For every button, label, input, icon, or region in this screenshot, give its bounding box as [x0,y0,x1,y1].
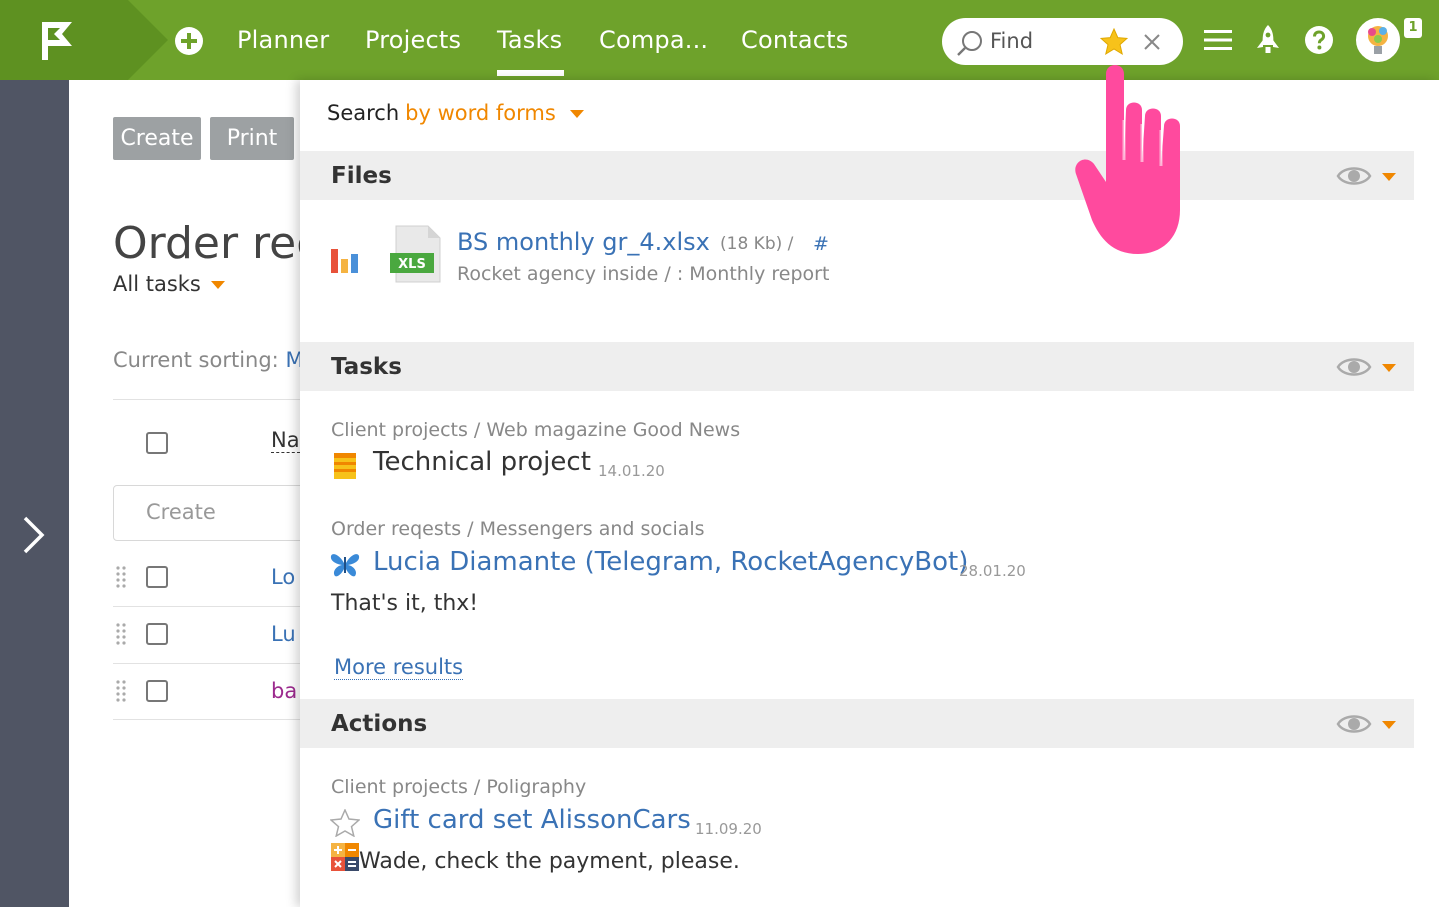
action-date: 11.09.20 [695,820,762,838]
bar-chart-icon [331,249,358,273]
divider [113,399,303,400]
sorting-label: Current sorting: [113,348,279,372]
task-breadcrumb[interactable]: Order reqests / Messengers and socials [331,518,705,540]
find-box [942,18,1183,65]
nav-companies[interactable]: Compa... [599,26,708,54]
document-icon [334,453,356,479]
task-title-link[interactable]: Lucia Diamante (Telegram, RocketAgencyBo… [373,547,968,577]
logo-wedge [128,0,168,80]
notification-badge[interactable]: 1 [1404,18,1422,38]
dropdown-arrow-icon[interactable] [1382,721,1396,729]
search-label: Search [327,101,400,125]
nav-contacts[interactable]: Contacts [741,26,848,54]
search-icon [957,31,982,56]
nav-active-indicator [497,70,564,76]
page-title: Order rec [113,218,321,269]
nav-tasks[interactable]: Tasks [497,26,562,54]
butterfly-icon [330,554,360,577]
menu-icon[interactable] [1203,28,1233,52]
section-title: Tasks [331,354,402,380]
flag-logo-icon[interactable] [40,20,76,62]
row-checkbox[interactable] [146,566,168,588]
files-section-header: Files [300,151,1414,200]
task-date: 28.01.20 [959,562,1026,580]
divider [113,663,303,664]
xls-file-icon: XLS [390,225,441,283]
current-sorting: Current sorting: M [113,348,304,372]
add-plus-icon[interactable] [174,26,204,56]
search-results-popup: Search by word forms Files XLS BS monthly… [300,80,1439,907]
find-input[interactable] [990,26,1090,56]
more-results-link[interactable]: More results [334,655,464,680]
task-snippet: That's it, thx! [331,591,479,616]
task-title-link[interactable]: Technical project [373,447,591,477]
eye-icon[interactable] [1336,711,1372,737]
file-hash-link[interactable]: # [813,233,829,255]
row-checkbox[interactable] [146,623,168,645]
table-row-link[interactable]: Lo [271,565,295,589]
top-bar: Planner Projects Tasks Compa... Contacts [0,0,1439,80]
star-filled-icon[interactable] [1100,28,1128,56]
dropdown-arrow-icon[interactable] [1382,364,1396,372]
rocket-icon[interactable] [1254,24,1282,56]
help-icon[interactable] [1304,25,1334,55]
avatar-image [1368,26,1388,54]
action-title-link[interactable]: Gift card set AlissonCars [373,805,691,835]
action-snippet: Wade, check the payment, please. [359,849,740,874]
create-task-placeholder: Create [146,500,216,524]
drag-handle-icon[interactable] [115,565,127,589]
nav-projects[interactable]: Projects [365,26,461,54]
tasks-filter[interactable]: All tasks [113,272,225,296]
close-icon[interactable] [1142,32,1162,52]
task-date: 14.01.20 [598,462,665,480]
section-title: Actions [331,711,428,737]
tasks-section-header: Tasks [300,342,1414,391]
task-breadcrumb[interactable]: Client projects / Web magazine Good News [331,419,740,441]
avatar[interactable] [1356,18,1400,62]
xls-badge-text: XLS [398,257,426,272]
search-mode-selector[interactable]: by word forms [405,101,556,125]
dropdown-arrow-icon[interactable] [1382,173,1396,181]
drag-handle-icon[interactable] [115,679,127,703]
eye-icon[interactable] [1336,163,1372,189]
table-row-link[interactable]: Lu [271,622,296,646]
dropdown-arrow-icon[interactable] [569,110,584,118]
section-title: Files [331,163,392,189]
print-button[interactable]: Print [210,117,294,160]
select-all-checkbox[interactable] [146,432,168,454]
calculator-icon [331,843,359,871]
tasks-filter-label: All tasks [113,272,201,296]
star-outline-icon[interactable] [330,809,360,837]
file-size: (18 Kb) / [720,234,794,254]
table-row-link[interactable]: ba [271,679,297,703]
search-mode: Search by word forms [327,101,584,125]
actions-section-header: Actions [300,699,1414,748]
nav-planner[interactable]: Planner [237,26,329,54]
file-path: Rocket agency inside / : Monthly report [457,263,830,285]
drag-handle-icon[interactable] [115,622,127,646]
create-button[interactable]: Create [113,117,201,160]
chevron-right-icon[interactable] [20,515,48,555]
divider [113,719,303,720]
dropdown-arrow-icon [210,281,225,289]
eye-icon[interactable] [1336,354,1372,380]
pointing-hand-icon [1075,65,1180,254]
left-sidebar [0,80,69,907]
create-task-input[interactable]: Create [113,485,313,541]
name-column-header[interactable]: Na [271,428,300,453]
divider [113,606,303,607]
file-name-link[interactable]: BS monthly gr_4.xlsx [457,228,710,256]
row-checkbox[interactable] [146,680,168,702]
action-breadcrumb[interactable]: Client projects / Poligraphy [331,776,586,798]
